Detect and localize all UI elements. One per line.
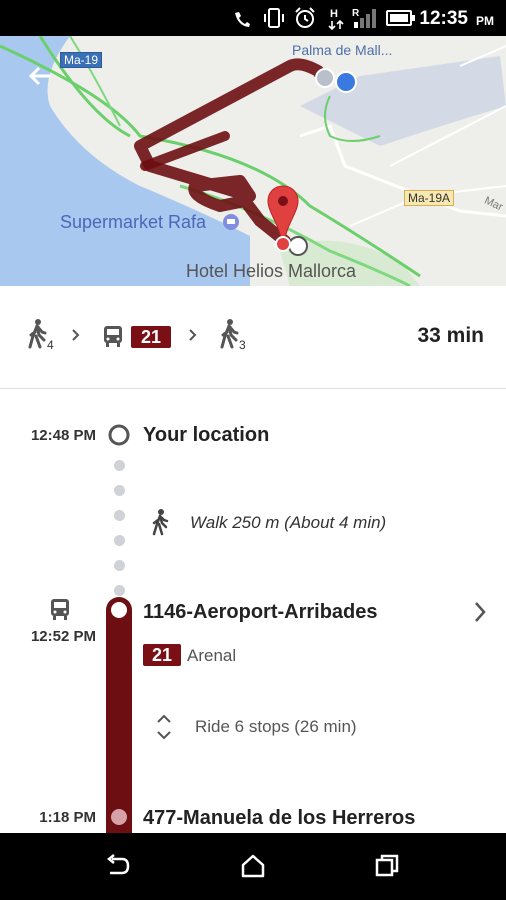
chevron-right-icon[interactable] [470,600,490,624]
alight-stop-marker [111,809,127,825]
walk-icon [152,509,169,536]
road-label-ma19a: Ma-19A [404,190,455,206]
road-label-ma19: Ma-19 [60,52,103,68]
walk-dot [114,485,125,496]
board-stop-marker [111,602,127,618]
map-canvas[interactable] [0,36,506,286]
map-label-palma: Palma de Mall... [292,42,393,58]
walk-dot [114,510,125,521]
walk-icon [220,319,239,349]
vibrate-icon [264,8,284,28]
walk-dot [114,560,125,571]
walk-instruction: Walk 250 m (About 4 min) [190,513,387,532]
board-time: 12:52 PM [30,628,96,645]
status-ampm: PM [476,14,494,28]
origin-circle-icon [108,424,130,446]
walk-icon [28,319,47,349]
chevron-right-icon [72,329,80,341]
back-nav-icon[interactable] [104,853,132,879]
chevron-right-icon [189,329,197,341]
walk-dot [114,585,125,596]
data-h-icon: H [328,8,344,31]
battery-icon [386,10,415,26]
ride-stops[interactable]: Ride 6 stops (26 min) [195,717,357,737]
svg-text:H: H [330,8,338,20]
transit-line [106,597,132,833]
home-nav-icon[interactable] [240,853,266,879]
destination-pin-icon[interactable] [266,184,300,252]
map-label-supermarket: Supermarket Rafa [60,212,207,232]
route-headsign: Arenal [187,646,237,665]
signal-strength-icon: R [352,8,376,28]
recents-nav-icon[interactable] [374,853,400,879]
start-location[interactable]: Your location [143,424,269,447]
trip-timeline: 12:48 PM Your location Walk 250 m (About… [0,389,506,833]
trip-duration: 33 min [417,324,484,347]
trip-summary: 4 21 3 33 min [0,286,506,389]
walk-after-minutes: 3 [239,338,246,352]
start-time: 12:48 PM [30,427,96,444]
svg-text:R: R [352,8,360,19]
alarm-icon [295,7,315,28]
walk-dot [114,460,125,471]
map-label-hotel: Hotel Helios Mallorca [186,261,357,281]
status-bar: H R 12:35 PM [0,0,506,36]
board-stop-name[interactable]: 1146-Aeroport-Arribades [143,601,378,624]
walk-before-minutes: 4 [47,338,54,352]
system-nav-bar [0,833,506,900]
route-badge: 21 [143,644,181,666]
status-time: 12:35 [419,8,468,29]
walk-dot [114,535,125,546]
alight-time: 1:18 PM [39,809,96,826]
route-badge: 21 [131,326,171,348]
bus-icon [104,326,122,347]
expand-collapse-icon[interactable] [154,713,174,741]
alight-stop-name[interactable]: 477-Manuela de los Herreros [143,807,415,830]
missed-call-icon [235,12,250,27]
bus-icon [51,599,69,620]
route-map[interactable]: Ma-19 Ma-19A Palma de Mall... Supermarke… [0,36,506,286]
back-arrow-icon[interactable] [26,62,54,90]
